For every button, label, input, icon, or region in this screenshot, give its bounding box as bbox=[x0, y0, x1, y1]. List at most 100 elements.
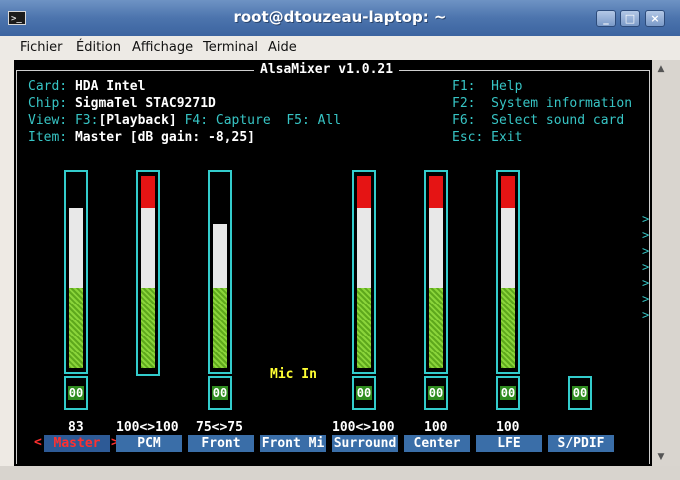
volume-meter-segment bbox=[501, 256, 515, 272]
volume-meter-segment bbox=[501, 192, 515, 208]
volume-meter-segment bbox=[213, 272, 227, 288]
volume-meter-segment bbox=[141, 176, 155, 192]
chip-line: Chip: SigmaTel STAC9271D bbox=[28, 96, 216, 111]
menu-edition[interactable]: Édition bbox=[76, 40, 121, 55]
volume-meter-segment bbox=[213, 320, 227, 336]
channel-label-center[interactable]: Center bbox=[404, 435, 470, 452]
volume-meter-segment bbox=[429, 272, 443, 288]
volume-value: 100<>100 bbox=[332, 420, 395, 435]
channel-label-front[interactable]: Front bbox=[188, 435, 254, 452]
scroll-down-icon[interactable]: ▼ bbox=[655, 452, 667, 462]
card-line: Card: HDA Intel bbox=[28, 79, 146, 94]
menu-fichier[interactable]: Fichier bbox=[20, 40, 63, 55]
mute-toggle-surround[interactable]: 00 bbox=[352, 376, 376, 410]
volume-meter-segment bbox=[501, 352, 515, 368]
volume-meter-segment bbox=[501, 304, 515, 320]
volume-slider-pcm[interactable] bbox=[136, 170, 160, 376]
volume-meter-segment bbox=[141, 240, 155, 256]
volume-meter-segment bbox=[69, 304, 83, 320]
volume-meter-segment bbox=[357, 304, 371, 320]
mute-toggle-master[interactable]: 00 bbox=[64, 376, 88, 410]
volume-slider-front[interactable] bbox=[208, 170, 232, 374]
volume-meter-segment bbox=[357, 192, 371, 208]
volume-slider-lfe[interactable] bbox=[496, 170, 520, 374]
volume-meter-segment bbox=[213, 352, 227, 368]
volume-value: 100 bbox=[496, 420, 520, 435]
volume-meter-segment bbox=[429, 320, 443, 336]
scrollbar[interactable]: ▲ ▼ bbox=[652, 60, 680, 466]
volume-meter-segment bbox=[141, 224, 155, 240]
more-right-arrow: > bbox=[642, 260, 650, 274]
volume-meter-segment bbox=[69, 256, 83, 272]
mute-state: 00 bbox=[572, 386, 588, 400]
terminal-area[interactable]: AlsaMixer v1.0.21 Card: HDA Intel Chip: … bbox=[14, 60, 652, 466]
close-button[interactable]: × bbox=[645, 10, 665, 27]
volume-slider-center[interactable] bbox=[424, 170, 448, 374]
volume-meter-segment bbox=[69, 320, 83, 336]
volume-meter-segment bbox=[501, 336, 515, 352]
channel-label-pcm[interactable]: PCM bbox=[116, 435, 182, 452]
volume-meter-segment bbox=[429, 288, 443, 304]
volume-meter-segment bbox=[429, 352, 443, 368]
more-right-arrow: > bbox=[642, 276, 650, 290]
volume-meter-segment bbox=[141, 336, 155, 352]
volume-meter-segment bbox=[69, 208, 83, 224]
volume-meter-segment bbox=[501, 176, 515, 192]
volume-meter-segment bbox=[429, 240, 443, 256]
mute-state: 00 bbox=[428, 386, 444, 400]
volume-meter-segment bbox=[357, 288, 371, 304]
more-right-arrow: > bbox=[642, 308, 650, 322]
volume-slider-master[interactable] bbox=[64, 170, 88, 374]
channel-label-s-pdif[interactable]: S/PDIF bbox=[548, 435, 614, 452]
selection-marker-left: < bbox=[34, 435, 42, 450]
volume-meter-segment bbox=[429, 176, 443, 192]
mute-state: 00 bbox=[212, 386, 228, 400]
mute-toggle-lfe[interactable]: 00 bbox=[496, 376, 520, 410]
volume-meter-segment bbox=[69, 240, 83, 256]
volume-meter-segment bbox=[357, 224, 371, 240]
mute-toggle-s-pdif[interactable]: 00 bbox=[568, 376, 592, 410]
volume-meter-segment bbox=[213, 224, 227, 240]
volume-value: 83 bbox=[68, 420, 84, 435]
volume-meter-segment bbox=[141, 320, 155, 336]
maximize-button[interactable]: □ bbox=[620, 10, 640, 27]
channel-label-surround[interactable]: Surround bbox=[332, 435, 398, 452]
volume-meter-segment bbox=[357, 320, 371, 336]
volume-meter-segment bbox=[357, 256, 371, 272]
channel-label-front-mi[interactable]: Front Mi bbox=[260, 435, 326, 452]
item-line: Item: Master [dB gain: -8,25] bbox=[28, 130, 255, 145]
volume-meter-segment bbox=[141, 288, 155, 304]
mute-toggle-front[interactable]: 00 bbox=[208, 376, 232, 410]
volume-meter-segment bbox=[69, 288, 83, 304]
volume-meter-segment bbox=[69, 272, 83, 288]
volume-meter-segment bbox=[213, 336, 227, 352]
mute-toggle-center[interactable]: 00 bbox=[424, 376, 448, 410]
channel-label-master[interactable]: Master bbox=[44, 435, 110, 452]
volume-meter-segment bbox=[501, 240, 515, 256]
volume-meter-segment bbox=[501, 320, 515, 336]
mic-in-label: Mic In bbox=[270, 367, 317, 382]
volume-meter-segment bbox=[357, 208, 371, 224]
select-card-key: F6: Select sound card bbox=[452, 113, 625, 128]
mixer-title: AlsaMixer v1.0.21 bbox=[254, 62, 400, 77]
volume-meter-segment bbox=[141, 192, 155, 208]
title-bar[interactable]: >_ root@dtouzeau-laptop: ~ _ □ × bbox=[0, 0, 680, 36]
mute-state: 00 bbox=[68, 386, 84, 400]
mute-state: 00 bbox=[500, 386, 516, 400]
minimize-button[interactable]: _ bbox=[596, 10, 616, 27]
volume-slider-surround[interactable] bbox=[352, 170, 376, 374]
channel-label-lfe[interactable]: LFE bbox=[476, 435, 542, 452]
sysinfo-key: F2: System information bbox=[452, 96, 633, 111]
menu-aide[interactable]: Aide bbox=[268, 40, 297, 55]
menu-bar: Fichier Édition Affichage Terminal Aide bbox=[0, 36, 680, 60]
menu-affichage[interactable]: Affichage bbox=[132, 40, 193, 55]
volume-value: 75<>75 bbox=[196, 420, 243, 435]
volume-meter-segment bbox=[429, 256, 443, 272]
volume-meter-segment bbox=[501, 224, 515, 240]
volume-value: 100 bbox=[424, 420, 448, 435]
menu-terminal[interactable]: Terminal bbox=[203, 40, 258, 55]
volume-meter-segment bbox=[357, 176, 371, 192]
scroll-up-icon[interactable]: ▲ bbox=[655, 64, 667, 74]
volume-meter-segment bbox=[429, 192, 443, 208]
volume-meter-segment bbox=[141, 208, 155, 224]
